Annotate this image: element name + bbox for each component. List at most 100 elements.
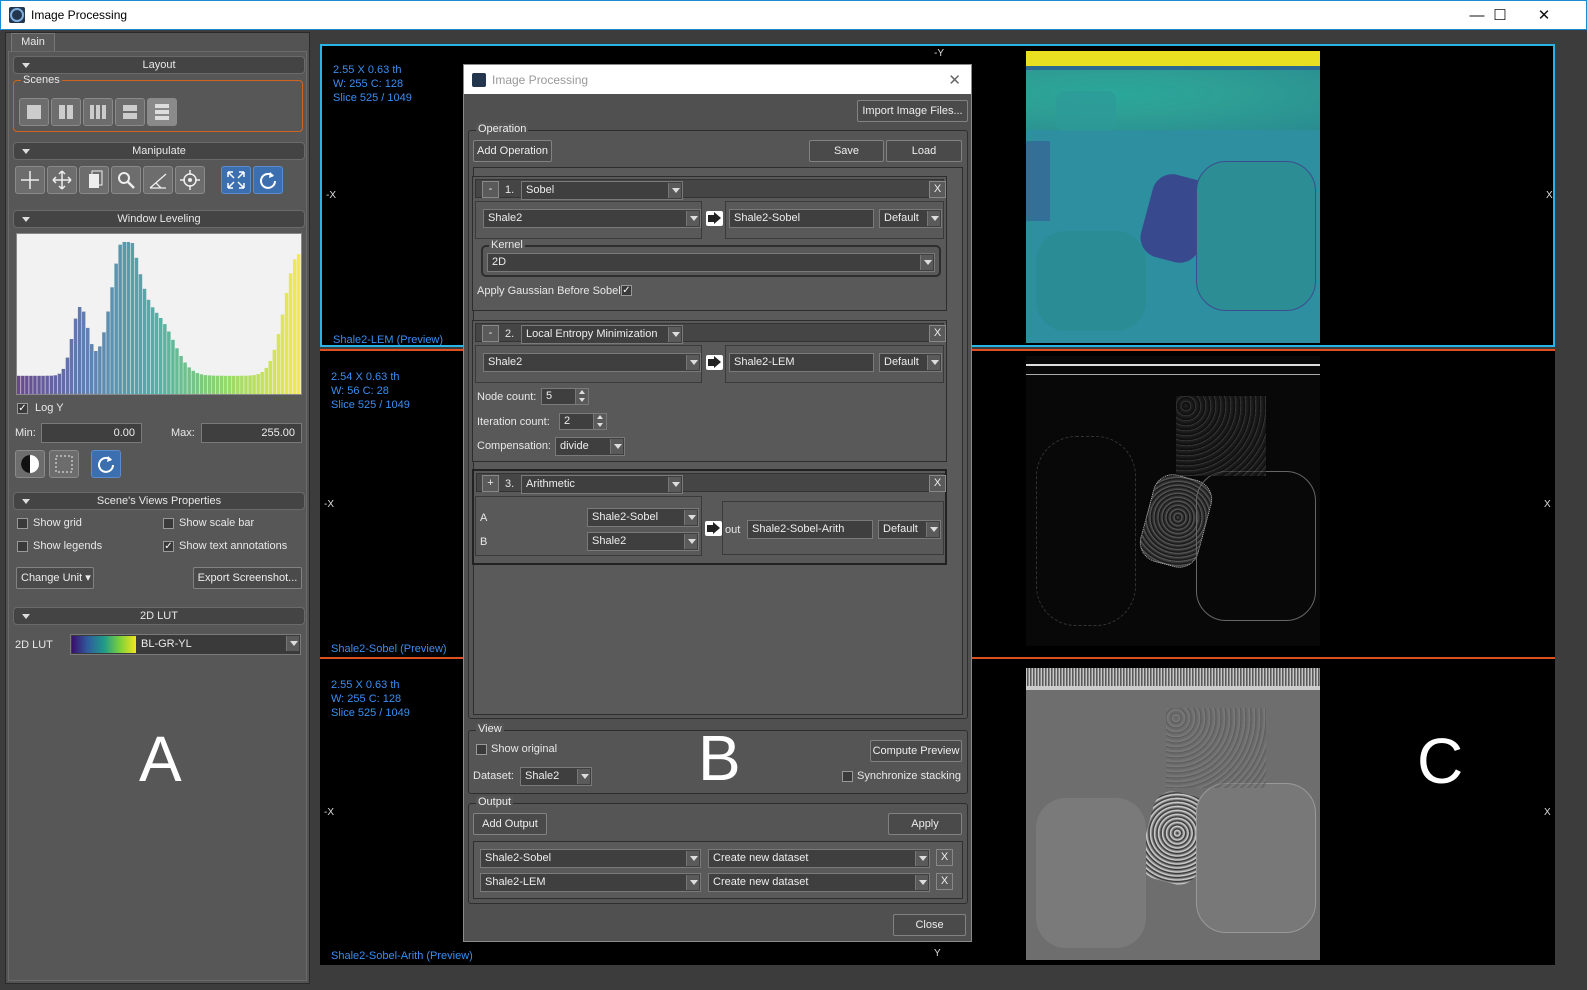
histogram-bar: [272, 349, 277, 394]
close-button[interactable]: Close: [893, 914, 966, 936]
histogram-bar: [215, 375, 220, 394]
remove-operation-button[interactable]: X: [929, 475, 946, 492]
operation-type-select[interactable]: Sobel: [521, 181, 683, 200]
layout-section-header[interactable]: Layout: [13, 56, 305, 74]
output-mode-value: Default: [883, 523, 918, 535]
sobel-preview-image: [1026, 356, 1320, 646]
apply-button[interactable]: Apply: [888, 813, 962, 835]
change-unit-button[interactable]: Change Unit ▾: [16, 567, 94, 589]
remove-output-button[interactable]: X: [936, 849, 953, 866]
pan-icon[interactable]: [47, 166, 77, 194]
output-mode-select[interactable]: Default: [879, 209, 942, 228]
view-lem-caption: Shale2-LEM (Preview): [333, 334, 444, 346]
kernel-select[interactable]: 2D: [487, 253, 935, 272]
operation-type-select[interactable]: Local Entropy Minimization: [521, 325, 683, 344]
expand-button[interactable]: +: [482, 475, 499, 492]
input-select[interactable]: Shale2: [483, 209, 701, 228]
add-output-button[interactable]: Add Output: [473, 813, 547, 835]
output-name-field[interactable]: Shale2-LEM: [729, 353, 874, 372]
collapse-button[interactable]: -: [482, 325, 499, 342]
add-operation-button[interactable]: Add Operation: [473, 140, 552, 162]
compute-preview-button[interactable]: Compute Preview: [870, 740, 962, 762]
remove-operation-button[interactable]: X: [929, 181, 946, 198]
reset-leveling-icon[interactable]: [91, 450, 121, 478]
lut-section-header[interactable]: 2D LUT: [13, 607, 305, 625]
histogram-bar: [61, 368, 66, 394]
show-legends-checkbox[interactable]: [17, 541, 28, 552]
measure-angle-icon[interactable]: [143, 166, 173, 194]
histogram-bar: [292, 259, 297, 394]
tab-main[interactable]: Main: [11, 33, 55, 51]
zoom-icon[interactable]: [111, 166, 141, 194]
remove-output-button[interactable]: X: [936, 873, 953, 890]
histogram-bar: [33, 375, 37, 394]
contrast-icon[interactable]: [15, 450, 45, 478]
input-a-select[interactable]: Shale2-Sobel: [587, 508, 699, 527]
manipulate-section-header[interactable]: Manipulate: [13, 142, 305, 160]
target-icon[interactable]: [175, 166, 205, 194]
histogram-bar: [122, 242, 126, 394]
input-a-value: Shale2-Sobel: [592, 511, 659, 523]
layout-two-rows-icon[interactable]: [115, 98, 145, 126]
max-value-field[interactable]: 255.00: [201, 423, 302, 443]
output-name-field[interactable]: Shale2-Sobel-Arith: [747, 520, 873, 539]
operation-index: 3.: [505, 478, 515, 490]
close-window-button[interactable]: ✕: [1521, 1, 1567, 29]
spin-arrows-icon[interactable]: [593, 414, 606, 429]
output-mode-select[interactable]: Default: [878, 520, 941, 539]
maximize-button[interactable]: ☐: [1477, 1, 1523, 29]
dialog-close-icon[interactable]: ✕: [948, 71, 961, 89]
window-leveling-section-header[interactable]: Window Leveling: [13, 210, 305, 228]
output-name-field[interactable]: Shale2-Sobel: [729, 209, 874, 228]
input-b-select[interactable]: Shale2: [587, 532, 699, 551]
crosshair-icon[interactable]: [15, 166, 45, 194]
export-screenshot-button[interactable]: Export Screenshot...: [193, 567, 302, 589]
collapse-button[interactable]: -: [482, 181, 499, 198]
output-target-select[interactable]: Create new dataset: [708, 849, 930, 868]
layout-two-columns-icon[interactable]: [51, 98, 81, 126]
load-button[interactable]: Load: [886, 140, 962, 162]
dialog-titlebar: Image Processing ✕: [464, 65, 971, 94]
arrow-right-icon: [706, 355, 723, 370]
histogram[interactable]: [16, 233, 302, 395]
layout-three-rows-icon[interactable]: [147, 98, 177, 126]
spin-arrows-icon[interactable]: [575, 389, 588, 404]
lut-select[interactable]: BL-GR-YL: [70, 634, 301, 655]
save-button[interactable]: Save: [809, 140, 884, 162]
remove-operation-button[interactable]: X: [929, 325, 946, 342]
input-select[interactable]: Shale2: [483, 353, 701, 372]
import-image-files-button[interactable]: Import Image Files...: [857, 100, 968, 122]
histogram-bar: [159, 318, 163, 394]
show-scale-bar-checkbox[interactable]: [163, 518, 174, 529]
roi-select-icon[interactable]: [49, 450, 79, 478]
layout-single-icon[interactable]: [19, 98, 49, 126]
reset-view-icon[interactable]: [253, 166, 283, 194]
output-target-select[interactable]: Create new dataset: [708, 873, 930, 892]
sync-stacking-checkbox[interactable]: [842, 771, 853, 782]
slice-stack-icon[interactable]: [79, 166, 109, 194]
show-grid-checkbox[interactable]: [17, 518, 28, 529]
histogram-bar: [296, 254, 301, 394]
histogram-bar: [134, 257, 139, 394]
dataset-select[interactable]: Shale2: [520, 767, 592, 786]
fit-to-view-icon[interactable]: [221, 166, 251, 194]
min-value-field[interactable]: 0.00: [41, 423, 142, 443]
histogram-bar: [41, 375, 45, 394]
operation-sobel: - 1. Sobel X Shale2 Shale2-Sobel Default…: [472, 176, 947, 311]
operation-type-value: Sobel: [526, 184, 555, 196]
operation-type-select[interactable]: Arithmetic: [521, 475, 683, 494]
log-y-checkbox[interactable]: ✓: [17, 403, 28, 414]
node-count-spinbox[interactable]: 5: [541, 388, 589, 405]
histogram-bar: [183, 362, 187, 394]
iteration-count-spinbox[interactable]: 2: [559, 413, 607, 430]
show-text-annotations-checkbox[interactable]: ✓: [163, 541, 174, 552]
output-dataset-select[interactable]: Shale2-Sobel: [480, 849, 701, 868]
output-mode-select[interactable]: Default: [879, 353, 942, 372]
compensation-select[interactable]: divide: [555, 437, 625, 456]
scene-views-section-header[interactable]: Scene's Views Properties: [13, 492, 305, 510]
output-dataset-select[interactable]: Shale2-LEM: [480, 873, 701, 892]
chevron-down-icon: [915, 875, 928, 890]
show-original-checkbox[interactable]: [476, 744, 487, 755]
layout-three-columns-icon[interactable]: [83, 98, 113, 126]
gaussian-checkbox[interactable]: ✓: [621, 285, 632, 296]
